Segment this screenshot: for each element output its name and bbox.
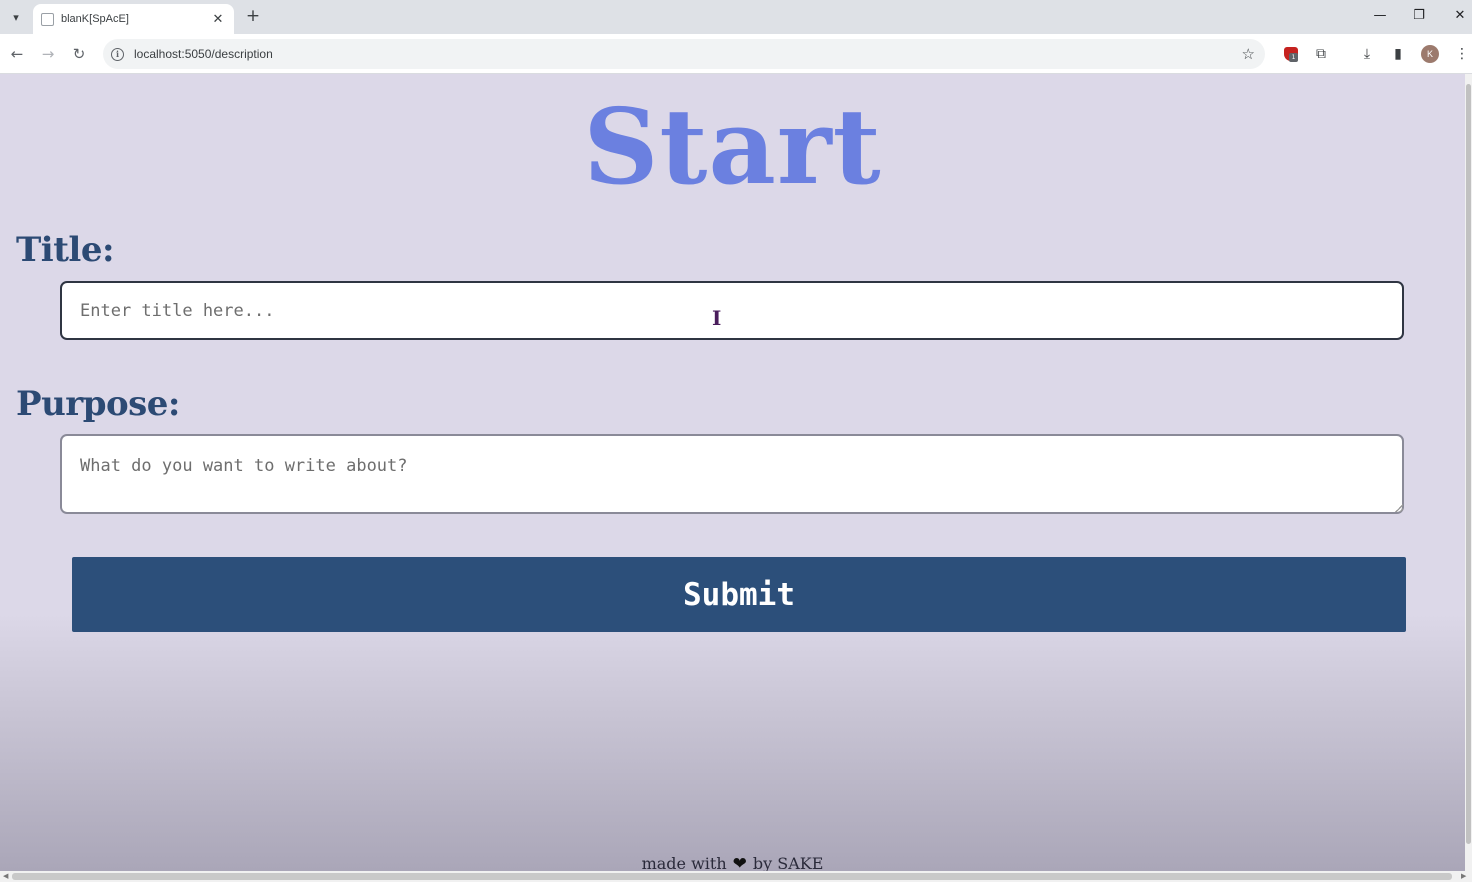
footer: made with ❤ by SAKE bbox=[0, 854, 1465, 871]
menu-kebab-icon[interactable]: ⋮ bbox=[1451, 43, 1472, 65]
page-favicon-icon bbox=[41, 12, 54, 26]
horizontal-scrollbar-thumb[interactable] bbox=[12, 873, 1452, 880]
browser-tab[interactable]: blanK[SpAcE] ✕ bbox=[33, 4, 234, 34]
extension-badge: 1 bbox=[1289, 53, 1298, 62]
title-input[interactable] bbox=[60, 281, 1404, 340]
extension-shield-icon[interactable]: 1 bbox=[1280, 43, 1302, 65]
footer-prefix: made with bbox=[641, 854, 727, 871]
page-title: Start bbox=[583, 85, 882, 208]
page-viewport: Start Title: I Purpose: Submit made with… bbox=[0, 74, 1465, 871]
reload-icon[interactable]: ↻ bbox=[68, 43, 90, 65]
purpose-label: Purpose: bbox=[16, 384, 180, 424]
vertical-scrollbar[interactable] bbox=[1465, 74, 1472, 871]
vertical-scrollbar-thumb[interactable] bbox=[1466, 84, 1471, 844]
extensions-puzzle-icon[interactable]: ⧉ bbox=[1310, 43, 1332, 65]
horizontal-scrollbar[interactable]: ◀ ▶ bbox=[0, 871, 1472, 882]
window-close-icon[interactable]: ✕ bbox=[1449, 6, 1471, 26]
tab-search-chevron-icon[interactable]: ▾ bbox=[6, 7, 26, 27]
forward-arrow-icon[interactable]: → bbox=[37, 43, 59, 65]
title-label: Title: bbox=[16, 230, 115, 270]
download-icon[interactable]: ⤓ bbox=[1356, 43, 1378, 65]
bookmark-star-icon[interactable]: ☆ bbox=[1242, 45, 1255, 63]
tab-close-icon[interactable]: ✕ bbox=[210, 12, 226, 27]
textarea-resize-handle[interactable] bbox=[1395, 504, 1403, 512]
tab-strip: ▾ blanK[SpAcE] ✕ + — ❐ ✕ bbox=[0, 0, 1472, 34]
footer-suffix: by SAKE bbox=[752, 854, 824, 871]
side-panel-icon[interactable]: ▮ bbox=[1387, 43, 1409, 65]
submit-button[interactable]: Submit bbox=[72, 557, 1406, 632]
tab-title: blanK[SpAcE] bbox=[61, 13, 129, 25]
url-text[interactable]: localhost:5050/description bbox=[134, 47, 1242, 61]
scroll-left-icon[interactable]: ◀ bbox=[3, 872, 8, 880]
site-info-icon[interactable]: i bbox=[111, 47, 124, 61]
back-arrow-icon[interactable]: ← bbox=[6, 43, 28, 65]
restore-icon[interactable]: ❐ bbox=[1408, 6, 1430, 26]
purpose-textarea[interactable] bbox=[60, 434, 1404, 514]
address-bar[interactable]: i localhost:5050/description ☆ bbox=[103, 39, 1265, 69]
heart-icon: ❤ bbox=[732, 854, 747, 871]
new-tab-button[interactable]: + bbox=[243, 6, 263, 26]
scroll-right-icon[interactable]: ▶ bbox=[1461, 872, 1466, 880]
text-cursor-icon: I bbox=[712, 306, 722, 330]
minimize-icon[interactable]: — bbox=[1369, 6, 1391, 26]
browser-toolbar: ← → ↻ i localhost:5050/description ☆ 1 ⧉… bbox=[0, 34, 1472, 74]
profile-avatar[interactable]: K bbox=[1421, 45, 1439, 63]
